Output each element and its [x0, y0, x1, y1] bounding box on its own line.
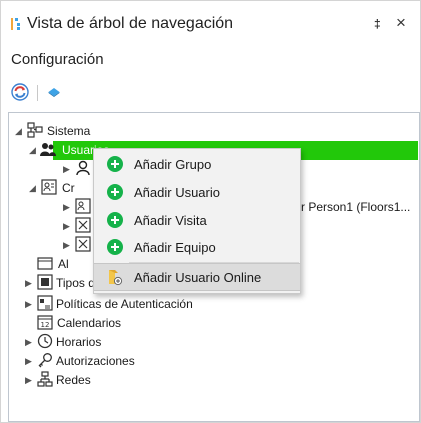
tree-node-autorizaciones[interactable]: ▶ Autorizaciones: [25, 351, 175, 371]
menu-item-add-equipment[interactable]: Añadir Equipo: [94, 234, 300, 260]
menu-item-label: Añadir Equipo: [134, 240, 216, 255]
key-icon: [38, 353, 52, 368]
toolbar: [1, 79, 420, 107]
tree-node-politicas[interactable]: ▶ Políticas de Autenticación: [25, 294, 245, 314]
tree-node-user-child[interactable]: ▶: [63, 159, 93, 179]
tree-node-calendarios[interactable]: 12 Calendarios: [37, 313, 157, 333]
tree-node-person-text[interactable]: r Person1 (Floors1...: [301, 197, 416, 217]
network-icon: [37, 371, 53, 387]
tree-node-label: Al: [58, 257, 69, 271]
expand-arrow-icon[interactable]: ▶: [25, 337, 32, 348]
user-icon: [76, 160, 90, 176]
panel-title: Vista de árbol de navegación: [27, 15, 234, 32]
panel-titlebar: Vista de árbol de navegación ‡ ×: [1, 1, 420, 47]
tree-node-label: Calendarios: [57, 316, 122, 330]
tree-node-credential-child[interactable]: ▶: [63, 235, 93, 255]
collapse-arrow-icon[interactable]: ◢: [29, 183, 36, 194]
expand-arrow-icon[interactable]: ▶: [25, 278, 32, 289]
credential-icon: [41, 179, 57, 195]
collapse-arrow-icon[interactable]: ◢: [15, 126, 22, 137]
navigation-tree-panel: Vista de árbol de navegación ‡ × Configu…: [0, 0, 421, 423]
expand-arrow-icon[interactable]: ▶: [63, 164, 70, 175]
auth-policy-icon: [37, 295, 53, 311]
toolbar-separator: [37, 85, 38, 101]
clock-icon: [37, 333, 53, 349]
tree-node-horarios[interactable]: ▶ Horarios: [25, 332, 145, 352]
tree-node-redes[interactable]: ▶ Redes: [25, 370, 145, 390]
tree-node-label: Autorizaciones: [56, 354, 135, 368]
tree-node-credential-child[interactable]: ▶: [63, 197, 93, 217]
menu-item-label: Añadir Visita: [134, 213, 207, 228]
add-icon: [107, 184, 123, 200]
credential-icon: [75, 198, 91, 214]
context-menu: Añadir Grupo Añadir Usuario Añadir Visit…: [93, 148, 301, 294]
expand-arrow-icon[interactable]: ▶: [63, 221, 70, 232]
menu-item-label: Añadir Usuario Online: [134, 270, 262, 285]
tree-node-credential-child[interactable]: ▶: [63, 216, 93, 236]
tree-node-label: Sistema: [47, 124, 91, 138]
refresh-icon[interactable]: [9, 81, 31, 103]
add-icon: [107, 156, 123, 172]
calendar-icon: 12: [37, 315, 53, 330]
tree-node-sistema[interactable]: ◢ Sistema: [13, 121, 133, 141]
tree-node-label: Políticas de Autenticación: [56, 297, 193, 311]
id-type-icon: [37, 274, 53, 290]
menu-item-label: Añadir Grupo: [134, 157, 212, 172]
menu-item-label: Añadir Usuario: [134, 185, 220, 200]
credential-disabled-icon: [75, 217, 91, 233]
add-icon: [107, 239, 123, 255]
menu-item-add-user[interactable]: Añadir Usuario: [94, 179, 300, 205]
menu-item-add-group[interactable]: Añadir Grupo: [94, 151, 300, 177]
tree-node-credentials[interactable]: ◢ Cr: [27, 178, 97, 198]
menu-item-add-online-user[interactable]: Añadir Usuario Online: [94, 263, 300, 291]
system-icon: [27, 122, 43, 138]
calendar-day-number: 12: [41, 321, 50, 329]
collapse-arrow-icon[interactable]: ◢: [29, 145, 36, 156]
expand-arrow-icon[interactable]: ▶: [25, 375, 32, 386]
tree-node-label: r Person1 (Floors1...: [301, 200, 411, 214]
users-icon: [40, 143, 56, 156]
tree-node-al[interactable]: Al: [37, 254, 97, 274]
tree-node-label: Horarios: [56, 335, 102, 349]
add-icon: [107, 212, 123, 228]
expand-arrow-icon[interactable]: ▶: [25, 356, 32, 367]
section-title: Configuración: [11, 51, 104, 68]
pin-icon[interactable]: ‡: [374, 17, 381, 31]
expand-arrow-icon[interactable]: ▶: [63, 202, 70, 213]
menu-item-add-visit[interactable]: Añadir Visita: [94, 207, 300, 233]
tree-view-icon: [11, 18, 20, 30]
tree-node-label: Cr: [62, 181, 75, 195]
close-icon[interactable]: ×: [396, 13, 406, 33]
online-user-icon: [109, 270, 123, 286]
expand-arrow-icon[interactable]: ▶: [25, 299, 32, 310]
credential-disabled-icon: [75, 236, 91, 252]
tree-node-label: Redes: [56, 373, 91, 387]
expand-arrow-icon[interactable]: ▶: [63, 240, 70, 251]
diamond-icon[interactable]: [43, 81, 65, 103]
folder-icon: [37, 257, 53, 270]
